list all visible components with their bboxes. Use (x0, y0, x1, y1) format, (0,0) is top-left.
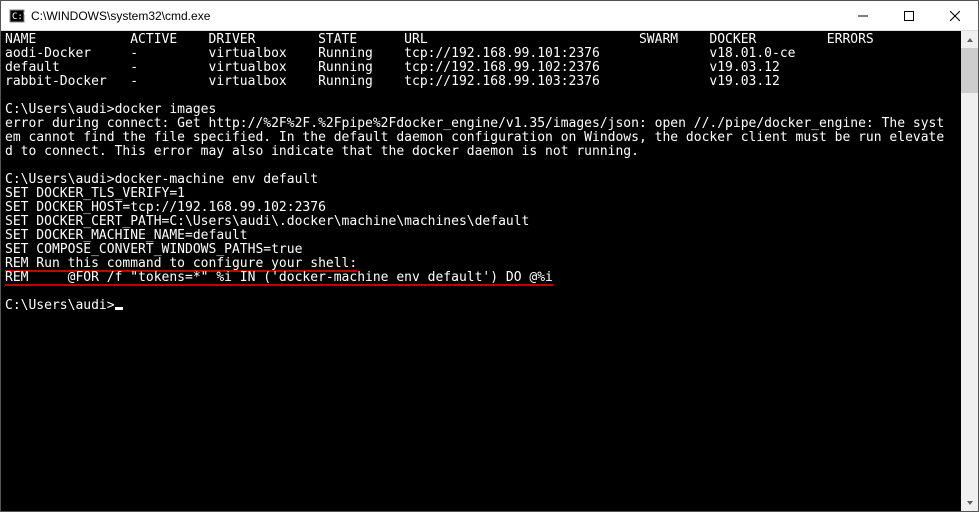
close-button[interactable] (932, 1, 978, 30)
minimize-button[interactable] (840, 1, 886, 30)
env-line: SET DOCKER_TLS_VERIFY=1 (5, 187, 957, 201)
scroll-down-button[interactable] (961, 494, 978, 511)
error-text: em cannot find the file specified. In th… (5, 131, 957, 145)
table-row: default - virtualbox Running tcp://192.1… (5, 61, 957, 75)
rem-line: REM @FOR /f "tokens=*" %i IN ('docker-ma… (5, 271, 957, 285)
scroll-thumb[interactable] (961, 48, 978, 93)
maximize-button[interactable] (886, 1, 932, 30)
cursor (115, 307, 123, 310)
env-line: SET DOCKER_HOST=tcp://192.168.99.102:237… (5, 201, 957, 215)
prompt-line: C:\Users\audi>docker-machine env default (5, 173, 957, 187)
svg-text:C:\: C:\ (12, 12, 25, 22)
scrollbar[interactable] (961, 31, 978, 511)
error-text: d to connect. This error may also indica… (5, 145, 957, 159)
window-title: C:\WINDOWS\system32\cmd.exe (31, 9, 840, 23)
env-line: SET DOCKER_CERT_PATH=C:\Users\audi\.dock… (5, 215, 957, 229)
table-row: rabbit-Docker - virtualbox Running tcp:/… (5, 75, 957, 89)
cmd-icon: C:\ (9, 8, 25, 24)
env-line: SET COMPOSE_CONVERT_WINDOWS_PATHS=true (5, 243, 957, 257)
scroll-track[interactable] (961, 48, 978, 494)
env-line: SET DOCKER_MACHINE_NAME=default (5, 229, 957, 243)
titlebar: C:\ C:\WINDOWS\system32\cmd.exe (1, 1, 978, 31)
rem-line: REM Run this command to configure your s… (5, 257, 957, 271)
table-row: aodi-Docker - virtualbox Running tcp://1… (5, 47, 957, 61)
prompt-line: C:\Users\audi>docker images (5, 103, 957, 117)
client-area: NAME ACTIVE DRIVER STATE URL SWARM DOCKE… (1, 31, 978, 511)
window-controls (840, 1, 978, 30)
scroll-up-button[interactable] (961, 31, 978, 48)
prompt-line[interactable]: C:\Users\audi> (5, 299, 957, 313)
error-text: error during connect: Get http://%2F%2F.… (5, 117, 957, 131)
table-header: NAME ACTIVE DRIVER STATE URL SWARM DOCKE… (5, 33, 957, 47)
terminal-output[interactable]: NAME ACTIVE DRIVER STATE URL SWARM DOCKE… (1, 31, 961, 511)
